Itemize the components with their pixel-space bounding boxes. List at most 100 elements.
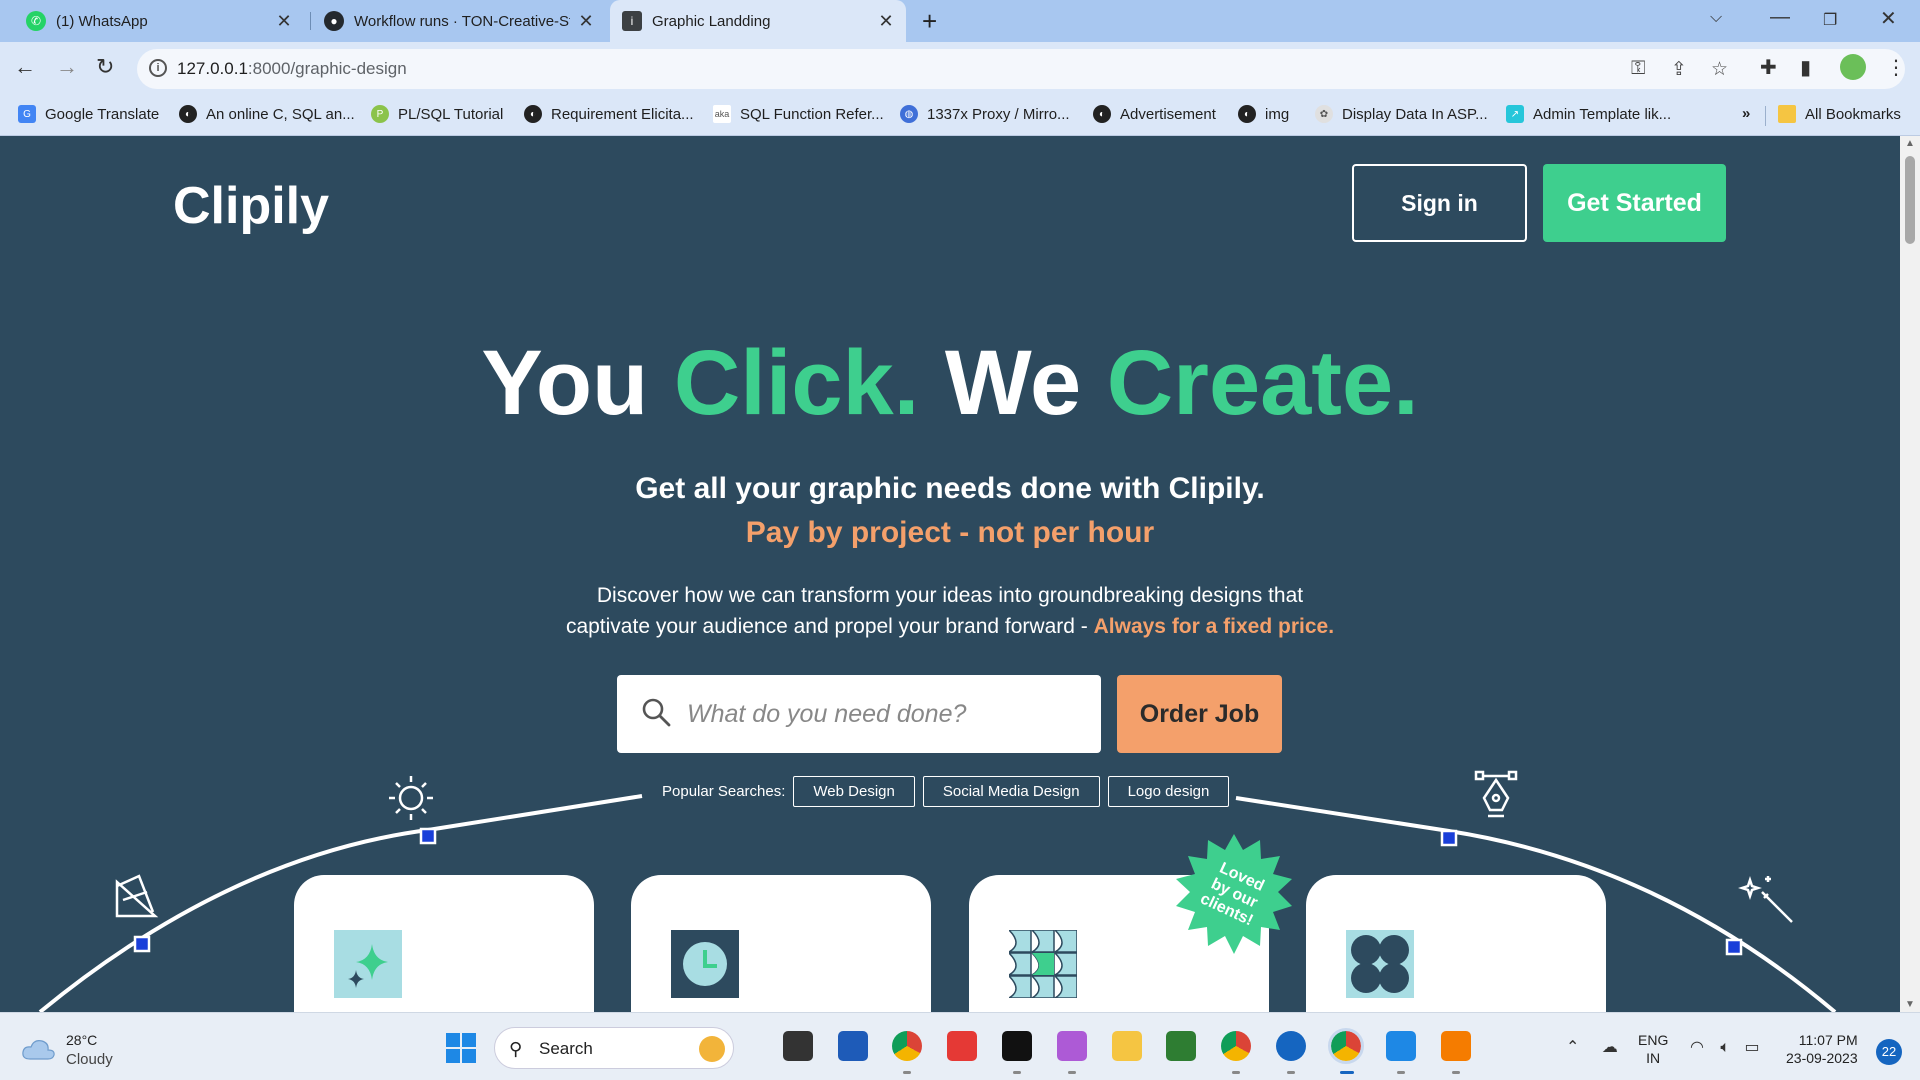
popular-search-logo-design[interactable]: Logo design: [1107, 776, 1230, 807]
bookmark-divider: [1765, 106, 1766, 126]
tab-search-chevron-icon[interactable]: ⌵: [1710, 9, 1722, 27]
bookmark-item[interactable]: P PL/SQL Tutorial: [371, 105, 503, 123]
page-icon: i: [622, 11, 642, 31]
menu-kebab-icon[interactable]: ⋮: [1886, 55, 1906, 80]
service-card[interactable]: [1306, 875, 1606, 1012]
bookmark-label: Display Data In ASP...: [1342, 105, 1488, 123]
taskbar-clock[interactable]: 11:07 PM 23-09-2023: [1786, 1031, 1858, 1067]
omnibox[interactable]: i 127.0.0.1:8000/graphic-design ⚿ ⇪ ☆: [137, 49, 1905, 89]
tab-title: (1) WhatsApp: [56, 12, 148, 30]
running-indicator: [1452, 1071, 1460, 1074]
headline-word: You: [481, 332, 674, 434]
scrollbar-thumb[interactable]: [1905, 156, 1915, 244]
restore-button[interactable]: ❐: [1823, 10, 1837, 30]
chrome-profile-icon[interactable]: [1221, 1031, 1251, 1061]
minimize-button[interactable]: —: [1770, 6, 1790, 29]
extensions-icon[interactable]: ✚: [1760, 55, 1777, 80]
globe-icon: ◍: [900, 105, 918, 123]
profile-avatar[interactable]: [1840, 54, 1866, 80]
bookmark-item[interactable]: ◐ img: [1238, 105, 1289, 123]
job-search-input[interactable]: [687, 691, 1087, 737]
close-tab-icon[interactable]: ✕: [276, 11, 292, 32]
anydesk-icon[interactable]: [947, 1031, 977, 1061]
bookmark-item[interactable]: ↗ Admin Template lik...: [1506, 105, 1671, 123]
chevron-up-icon[interactable]: ⌃: [1566, 1039, 1579, 1056]
language-indicator[interactable]: ENG IN: [1638, 1031, 1668, 1067]
scroll-down-arrow-icon[interactable]: ▼: [1905, 999, 1915, 1010]
landing-page: Clipily Sign in Get Started You Click. W…: [0, 136, 1900, 1012]
popular-search-web-design[interactable]: Web Design: [793, 776, 915, 807]
weather-temperature: 28°C: [66, 1032, 98, 1048]
job-search-box[interactable]: [617, 675, 1101, 753]
description-text: captivate your audience and propel your …: [565, 615, 1094, 638]
bookmark-star-icon[interactable]: ☆: [1711, 58, 1728, 81]
search-highlight-icon: [699, 1036, 725, 1062]
vscode-icon[interactable]: [1386, 1031, 1416, 1061]
tab-workflow-runs[interactable]: ● Workflow runs · TON-Creative-St ✕: [312, 0, 606, 42]
active-indicator: [1340, 1071, 1354, 1074]
scroll-up-arrow-icon[interactable]: ▲: [1905, 138, 1915, 149]
admin-icon: ↗: [1506, 105, 1524, 123]
clock-icon: [671, 930, 739, 998]
side-panel-icon[interactable]: ▮: [1800, 55, 1811, 80]
file-explorer-icon[interactable]: [1112, 1031, 1142, 1061]
taskbar-search-label: Search: [539, 1039, 593, 1058]
sign-in-button[interactable]: Sign in: [1352, 164, 1527, 242]
vim-icon[interactable]: [1166, 1031, 1196, 1061]
reload-button[interactable]: ↻: [96, 54, 114, 80]
close-tab-icon[interactable]: ✕: [578, 11, 594, 32]
back-button[interactable]: ←: [14, 54, 36, 80]
battery-icon: ▭: [1744, 1039, 1760, 1056]
windows-start-icon[interactable]: [446, 1033, 476, 1063]
weather-widget[interactable]: 28°C Cloudy: [22, 1031, 113, 1069]
share-icon[interactable]: ⇪: [1671, 58, 1687, 81]
bookmark-item[interactable]: G Google Translate: [18, 105, 159, 123]
order-job-button[interactable]: Order Job: [1117, 675, 1282, 753]
chrome-active-icon[interactable]: [1328, 1028, 1364, 1064]
running-indicator: [903, 1071, 911, 1074]
service-card[interactable]: [294, 875, 594, 1012]
bookmark-label: Admin Template lik...: [1533, 105, 1672, 123]
terminal-icon[interactable]: [1002, 1031, 1032, 1061]
tab-whatsapp[interactable]: ✆ (1) WhatsApp ✕: [14, 0, 304, 42]
clipily-logo[interactable]: Clipily: [173, 176, 329, 236]
description-line: Discover how we can transform your ideas…: [596, 584, 1304, 607]
password-key-icon[interactable]: ⚿: [1631, 58, 1645, 80]
close-tab-icon[interactable]: ✕: [878, 11, 894, 32]
bookmark-item[interactable]: ◍ 1337x Proxy / Mirro...: [900, 105, 1070, 123]
bookmark-item[interactable]: ◐ Requirement Elicita...: [524, 105, 694, 123]
globe-icon: ◐: [1238, 105, 1256, 123]
popular-search-social-media-design[interactable]: Social Media Design: [922, 776, 1100, 807]
bookmark-item[interactable]: ◐ An online C, SQL an...: [179, 105, 355, 123]
more-bookmarks-button[interactable]: »: [1742, 105, 1750, 122]
snipping-tool-icon[interactable]: [1057, 1031, 1087, 1061]
forward-button[interactable]: →: [56, 54, 78, 80]
xampp-icon[interactable]: [1441, 1031, 1471, 1061]
language-code: ENG: [1638, 1032, 1669, 1048]
taskbar-search[interactable]: ⚲ Search: [494, 1027, 734, 1069]
bookmark-item[interactable]: ✿ Display Data In ASP...: [1315, 105, 1488, 123]
bookmark-label: Google Translate: [45, 105, 160, 123]
get-started-button[interactable]: Get Started: [1543, 164, 1726, 242]
bookmark-label: An online C, SQL an...: [206, 105, 355, 123]
site-info-icon[interactable]: i: [149, 59, 167, 77]
all-bookmarks-folder[interactable]: All Bookmarks: [1778, 105, 1901, 123]
notification-count-badge[interactable]: 22: [1876, 1039, 1902, 1065]
maps-icon[interactable]: [1276, 1031, 1306, 1061]
tab-graphic-landing[interactable]: i Graphic Landding ✕: [610, 0, 906, 42]
system-tray[interactable]: ⌃ ☁: [1566, 1037, 1618, 1057]
grid-pattern-icon: [1009, 930, 1077, 998]
onedrive-cloud-icon[interactable]: ☁: [1602, 1039, 1618, 1056]
quick-settings[interactable]: ◠ 🔈︎ ▭: [1690, 1037, 1760, 1057]
close-window-button[interactable]: ✕: [1880, 6, 1897, 31]
service-card[interactable]: [631, 875, 931, 1012]
store-icon[interactable]: [838, 1031, 868, 1061]
url-text[interactable]: 127.0.0.1:8000/graphic-design: [177, 59, 407, 79]
task-view-icon[interactable]: [783, 1031, 813, 1061]
bookmark-item[interactable]: ◐ Advertisement: [1093, 105, 1216, 123]
bookmark-item[interactable]: aka SQL Function Refer...: [713, 105, 884, 123]
new-tab-button[interactable]: +: [922, 6, 937, 37]
page-scrollbar[interactable]: ▲ ▼: [1900, 136, 1920, 1012]
description-line: captivate your audience and propel your …: [0, 611, 1900, 642]
chrome-icon[interactable]: [892, 1031, 922, 1061]
